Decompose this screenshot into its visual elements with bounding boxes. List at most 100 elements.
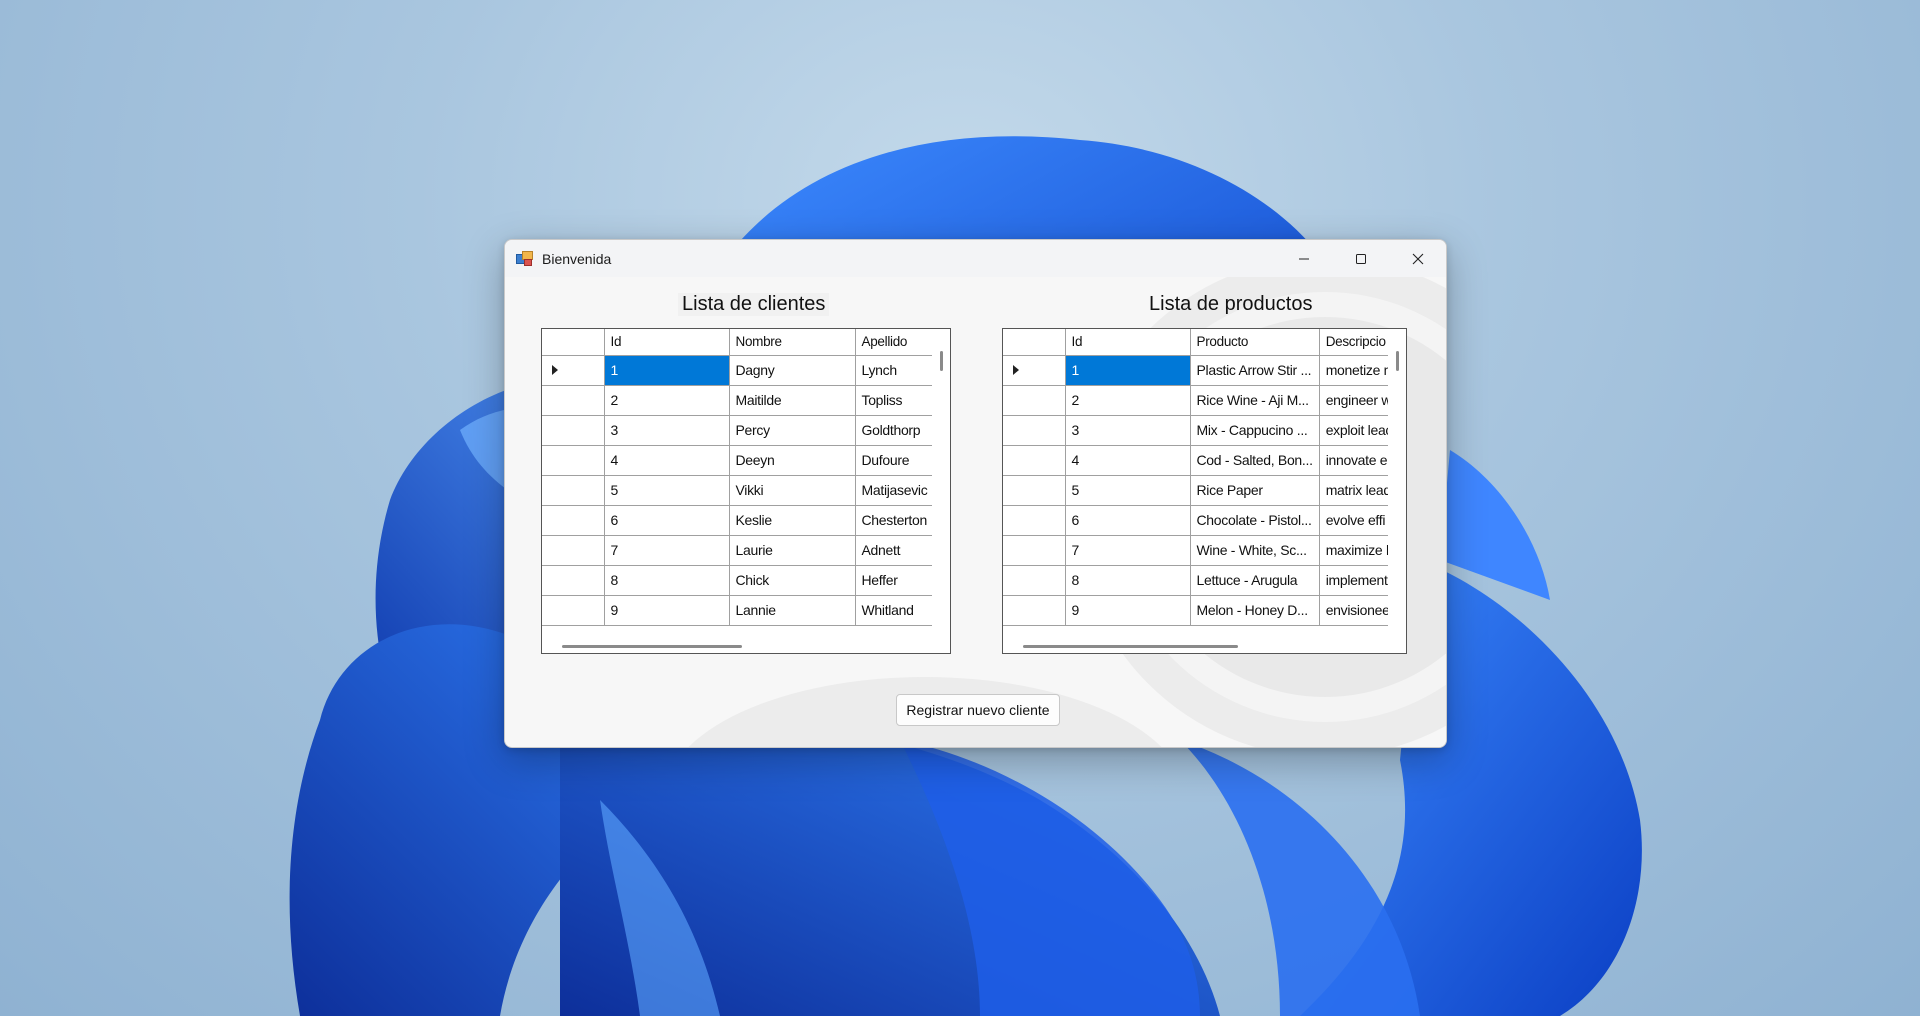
- table-cell[interactable]: Chesterton: [855, 505, 935, 536]
- row-header[interactable]: [1003, 385, 1066, 416]
- clients-grid[interactable]: Id Nombre Apellido 1 Dagny Lynch 2 Maitilde T…: [541, 328, 951, 654]
- row-header[interactable]: [542, 475, 605, 506]
- row-header[interactable]: [542, 505, 605, 536]
- table-row[interactable]: 1 Dagny Lynch: [542, 355, 935, 386]
- table-cell[interactable]: 1: [604, 355, 730, 386]
- table-cell[interactable]: Rice Paper: [1190, 475, 1320, 506]
- table-cell[interactable]: 2: [1065, 385, 1191, 416]
- column-header-apellido[interactable]: Apellido: [855, 329, 935, 356]
- row-header[interactable]: [542, 415, 605, 446]
- table-cell[interactable]: Adnett: [855, 535, 935, 566]
- close-button[interactable]: [1389, 240, 1446, 277]
- table-cell[interactable]: 7: [604, 535, 730, 566]
- table-cell[interactable]: 7: [1065, 535, 1191, 566]
- minimize-button[interactable]: [1275, 240, 1332, 277]
- table-cell[interactable]: 2: [604, 385, 730, 416]
- table-cell[interactable]: Keslie: [729, 505, 856, 536]
- table-cell[interactable]: 5: [1065, 475, 1191, 506]
- column-header-id[interactable]: Id: [1065, 329, 1191, 356]
- table-cell[interactable]: Vikki: [729, 475, 856, 506]
- table-row[interactable]: 4 Cod - Salted, Bon... innovate e: [1003, 445, 1403, 476]
- scroll-thumb[interactable]: [940, 351, 943, 371]
- column-header-producto[interactable]: Producto: [1190, 329, 1320, 356]
- table-cell[interactable]: Maitilde: [729, 385, 856, 416]
- table-cell[interactable]: Dagny: [729, 355, 856, 386]
- row-header[interactable]: [1003, 535, 1066, 566]
- table-cell[interactable]: Whitland: [855, 595, 935, 626]
- scroll-thumb[interactable]: [1396, 351, 1399, 371]
- table-cell[interactable]: 9: [604, 595, 730, 626]
- row-header[interactable]: [1003, 475, 1066, 506]
- table-cell[interactable]: Heffer: [855, 565, 935, 596]
- table-row[interactable]: 7 Wine - White, Sc... maximize h: [1003, 535, 1403, 566]
- row-header[interactable]: [542, 595, 605, 626]
- table-row[interactable]: 1 Plastic Arrow Stir ... monetize m: [1003, 355, 1403, 386]
- table-cell[interactable]: 9: [1065, 595, 1191, 626]
- table-cell[interactable]: Lettuce - Arugula: [1190, 565, 1320, 596]
- table-cell[interactable]: Lannie: [729, 595, 856, 626]
- table-cell[interactable]: 8: [1065, 565, 1191, 596]
- row-header[interactable]: [1003, 505, 1066, 536]
- row-header[interactable]: [1003, 565, 1066, 596]
- register-client-button[interactable]: Registrar nuevo cliente: [896, 694, 1060, 726]
- table-cell[interactable]: Chick: [729, 565, 856, 596]
- table-cell[interactable]: Cod - Salted, Bon...: [1190, 445, 1320, 476]
- products-grid[interactable]: Id Producto Descripcio 1 Plastic Arrow St…: [1002, 328, 1407, 654]
- table-cell[interactable]: 4: [604, 445, 730, 476]
- table-row[interactable]: 8 Lettuce - Arugula implement: [1003, 565, 1403, 596]
- products-vertical-scrollbar[interactable]: [1388, 329, 1406, 653]
- row-header[interactable]: [542, 385, 605, 416]
- maximize-button[interactable]: [1332, 240, 1389, 277]
- row-header[interactable]: [542, 355, 605, 386]
- table-cell[interactable]: Plastic Arrow Stir ...: [1190, 355, 1320, 386]
- clients-vertical-scrollbar[interactable]: [932, 329, 950, 653]
- table-row[interactable]: 2 Maitilde Topliss: [542, 385, 935, 416]
- table-cell[interactable]: 4: [1065, 445, 1191, 476]
- table-cell[interactable]: 1: [1065, 355, 1191, 386]
- row-header[interactable]: [1003, 595, 1066, 626]
- row-header[interactable]: [1003, 445, 1066, 476]
- column-header-id[interactable]: Id: [604, 329, 730, 356]
- table-cell[interactable]: Percy: [729, 415, 856, 446]
- row-header[interactable]: [542, 535, 605, 566]
- row-header[interactable]: [542, 445, 605, 476]
- clients-horizontal-scrollbar[interactable]: [542, 635, 934, 653]
- table-row[interactable]: 7 Laurie Adnett: [542, 535, 935, 566]
- table-cell[interactable]: 5: [604, 475, 730, 506]
- products-horizontal-scrollbar[interactable]: [1003, 635, 1390, 653]
- table-row[interactable]: 8 Chick Heffer: [542, 565, 935, 596]
- table-cell[interactable]: Dufoure: [855, 445, 935, 476]
- table-cell[interactable]: Matijasevic: [855, 475, 935, 506]
- table-row[interactable]: 9 Melon - Honey D... envisionee: [1003, 595, 1403, 626]
- table-cell[interactable]: Mix - Cappucino ...: [1190, 415, 1320, 446]
- row-header[interactable]: [542, 565, 605, 596]
- title-bar[interactable]: Bienvenida: [505, 240, 1446, 277]
- scroll-thumb[interactable]: [1023, 645, 1238, 648]
- table-row[interactable]: 6 Keslie Chesterton: [542, 505, 935, 536]
- table-cell[interactable]: Wine - White, Sc...: [1190, 535, 1320, 566]
- row-header[interactable]: [1003, 355, 1066, 386]
- table-cell[interactable]: Lynch: [855, 355, 935, 386]
- table-cell[interactable]: 6: [604, 505, 730, 536]
- table-cell[interactable]: Goldthorp: [855, 415, 935, 446]
- table-cell[interactable]: Laurie: [729, 535, 856, 566]
- table-cell[interactable]: Topliss: [855, 385, 935, 416]
- scroll-thumb[interactable]: [562, 645, 742, 648]
- table-cell[interactable]: 3: [1065, 415, 1191, 446]
- table-row[interactable]: 5 Rice Paper matrix lead: [1003, 475, 1403, 506]
- table-row[interactable]: 2 Rice Wine - Aji M... engineer w: [1003, 385, 1403, 416]
- table-row[interactable]: 3 Percy Goldthorp: [542, 415, 935, 446]
- table-cell[interactable]: Melon - Honey D...: [1190, 595, 1320, 626]
- table-row[interactable]: 5 Vikki Matijasevic: [542, 475, 935, 506]
- table-row[interactable]: 4 Deeyn Dufoure: [542, 445, 935, 476]
- column-header-nombre[interactable]: Nombre: [729, 329, 856, 356]
- table-cell[interactable]: Rice Wine - Aji M...: [1190, 385, 1320, 416]
- table-cell[interactable]: Chocolate - Pistol...: [1190, 505, 1320, 536]
- table-row[interactable]: 9 Lannie Whitland: [542, 595, 935, 626]
- table-cell[interactable]: 6: [1065, 505, 1191, 536]
- table-row[interactable]: 6 Chocolate - Pistol... evolve effi: [1003, 505, 1403, 536]
- row-header[interactable]: [1003, 415, 1066, 446]
- table-cell[interactable]: 8: [604, 565, 730, 596]
- table-cell[interactable]: 3: [604, 415, 730, 446]
- table-row[interactable]: 3 Mix - Cappucino ... exploit leac: [1003, 415, 1403, 446]
